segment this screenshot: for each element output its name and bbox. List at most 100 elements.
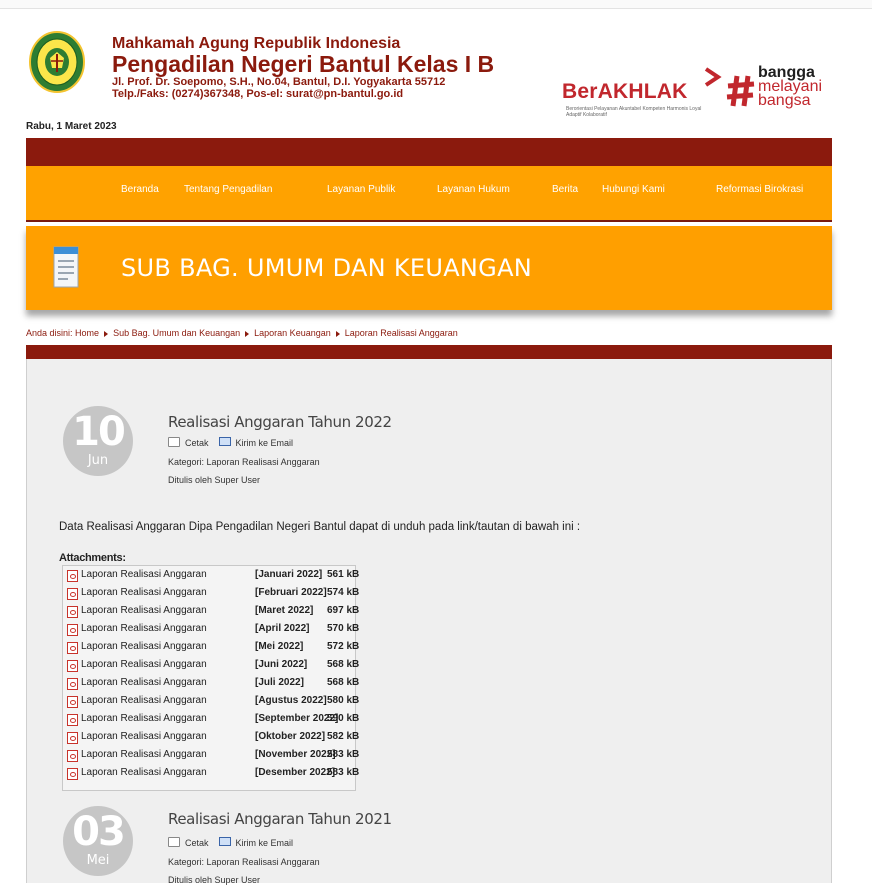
attachment-name[interactable]: Laporan Realisasi Anggaran: [81, 695, 207, 706]
site-header: Mahkamah Agung Republik Indonesia Pengad…: [26, 22, 832, 122]
arrow-mark-icon: [704, 67, 722, 87]
article-month: Jun: [87, 453, 109, 468]
pdf-icon: [67, 768, 78, 780]
court-seal-logo[interactable]: [26, 28, 88, 98]
pdf-icon: [67, 642, 78, 654]
attachment-month[interactable]: [Februari 2022]: [255, 587, 327, 598]
berakhlak-brand: BerAKHLAK Berorientasi Pelayanan Akuntab…: [562, 40, 832, 120]
breadcrumb-arrow-icon: [104, 330, 109, 337]
breadcrumb-current: Laporan Realisasi Anggaran: [344, 328, 458, 338]
nav-item-layanan-hukum[interactable]: Layanan Hukum: [437, 184, 510, 195]
attachment-size: 574 kB: [327, 587, 360, 598]
article-date-badge: 03 Mei: [63, 806, 133, 876]
brand-name-a: Ber: [562, 80, 598, 103]
pdf-icon: [67, 588, 78, 600]
article-author: Ditulis oleh Super User: [168, 875, 261, 885]
article-category[interactable]: Kategori: Laporan Realisasi Anggaran: [168, 457, 320, 467]
breadcrumb-home[interactable]: Home: [75, 328, 99, 338]
attachment-size: 580 kB: [327, 695, 360, 706]
article-title[interactable]: Realisasi Anggaran Tahun 2022: [168, 413, 392, 431]
attachment-month[interactable]: [September 2022]: [255, 713, 338, 724]
attachment-name[interactable]: Laporan Realisasi Anggaran: [81, 731, 207, 742]
attachment-month[interactable]: [Januari 2022]: [255, 569, 322, 580]
attachments-label: Attachments:: [59, 552, 126, 564]
content-top-bar: [26, 345, 832, 359]
email-link[interactable]: Kirim ke Email: [236, 438, 294, 448]
attachment-month[interactable]: [Juli 2022]: [255, 677, 304, 688]
article-intro: Data Realisasi Anggaran Dipa Pengadilan …: [59, 521, 581, 533]
print-icon[interactable]: [168, 837, 180, 847]
breadcrumb-arrow-icon: [335, 330, 340, 337]
section-title: SUB BAG. UMUM DAN KEUANGAN: [121, 254, 533, 282]
attachment-month[interactable]: [Desember 2022]: [255, 767, 335, 778]
attachment-month[interactable]: [Maret 2022]: [255, 605, 313, 616]
nav-item-hubungi-kami[interactable]: Hubungi Kami: [602, 184, 665, 195]
main-content: 10 Jun Realisasi Anggaran Tahun 2022 Cet…: [26, 359, 832, 885]
attachment-size: 572 kB: [327, 641, 360, 652]
email-icon[interactable]: [218, 437, 231, 446]
pdf-icon: [67, 696, 78, 708]
attachment-name[interactable]: Laporan Realisasi Anggaran: [81, 623, 207, 634]
attachment-month[interactable]: [April 2022]: [255, 623, 309, 634]
attachment-name[interactable]: Laporan Realisasi Anggaran: [81, 659, 207, 670]
pdf-icon: [67, 660, 78, 672]
nav-item-layanan-publik[interactable]: Layanan Publik: [327, 184, 395, 195]
page: Mahkamah Agung Republik Indonesia Pengad…: [26, 8, 832, 885]
pdf-icon: [67, 678, 78, 690]
section-banner: SUB BAG. UMUM DAN KEUANGAN: [26, 226, 832, 310]
nav-item-reformasi-birokrasi[interactable]: Reformasi Birokrasi: [716, 184, 803, 195]
nav-item-tentang-pengadilan[interactable]: Tentang Pengadilan: [184, 184, 272, 195]
attachment-size: 568 kB: [327, 659, 360, 670]
attachment-month[interactable]: [November 2022]: [255, 749, 336, 760]
court-address: Jl. Prof. Dr. Soepomo, S.H., No.04, Bant…: [112, 76, 446, 88]
slogan-line3: bangsa: [758, 92, 811, 109]
attachment-size: 583 kB: [327, 767, 360, 778]
pdf-icon: [67, 624, 78, 636]
document-icon: [53, 246, 79, 288]
nav-item-beranda[interactable]: Beranda: [121, 184, 159, 195]
main-nav: Beranda Tentang Pengadilan Layanan Publi…: [26, 166, 832, 222]
article-actions: Cetak Kirim ke Email: [168, 437, 293, 448]
article-category[interactable]: Kategori: Laporan Realisasi Anggaran: [168, 857, 320, 867]
breadcrumb-umum-keuangan[interactable]: Sub Bag. Umum dan Keuangan: [113, 328, 240, 338]
attachment-name[interactable]: Laporan Realisasi Anggaran: [81, 587, 207, 598]
attachment-name[interactable]: Laporan Realisasi Anggaran: [81, 677, 207, 688]
article-author: Ditulis oleh Super User: [168, 475, 261, 485]
pdf-icon: [67, 750, 78, 762]
attachment-month[interactable]: [Mei 2022]: [255, 641, 303, 652]
attachment-name[interactable]: Laporan Realisasi Anggaran: [81, 569, 207, 580]
email-icon[interactable]: [218, 837, 231, 846]
berakhlak-logo-text: BerAKHLAK: [562, 80, 687, 104]
court-identity: Mahkamah Agung Republik Indonesia Pengad…: [112, 35, 495, 101]
attachment-name[interactable]: Laporan Realisasi Anggaran: [81, 605, 207, 616]
attachment-size: 583 kB: [327, 749, 360, 760]
breadcrumb-prefix: Anda disini:: [26, 328, 73, 338]
attachment-name[interactable]: Laporan Realisasi Anggaran: [81, 713, 207, 724]
print-link[interactable]: Cetak: [185, 838, 209, 848]
attachment-name[interactable]: Laporan Realisasi Anggaran: [81, 641, 207, 652]
nav-item-berita[interactable]: Berita: [552, 184, 578, 195]
attachment-size: 570 kB: [327, 623, 360, 634]
print-link[interactable]: Cetak: [185, 438, 209, 448]
breadcrumb-laporan-keuangan[interactable]: Laporan Keuangan: [254, 328, 331, 338]
pdf-icon: [67, 732, 78, 744]
institution-name: Mahkamah Agung Republik Indonesia: [112, 35, 401, 52]
attachment-name[interactable]: Laporan Realisasi Anggaran: [81, 749, 207, 760]
court-name: Pengadilan Negeri Bantul Kelas I B: [112, 51, 495, 77]
article-title[interactable]: Realisasi Anggaran Tahun 2021: [168, 810, 392, 828]
court-contact: Telp./Faks: (0274)367348, Pos-el: surat@…: [112, 88, 404, 100]
article-day: 03: [72, 809, 126, 855]
attachment-month[interactable]: [Juni 2022]: [255, 659, 307, 670]
attachment-name[interactable]: Laporan Realisasi Anggaran: [81, 767, 207, 778]
article-actions: Cetak Kirim ke Email: [168, 837, 293, 848]
current-date: Rabu, 1 Maret 2023: [26, 121, 117, 132]
attachment-month[interactable]: [Agustus 2022]: [255, 695, 327, 706]
attachment-size: 697 kB: [327, 605, 360, 616]
attachment-size: 582 kB: [327, 731, 360, 742]
attachment-size: 561 kB: [327, 569, 360, 580]
attachment-size: 568 kB: [327, 677, 360, 688]
email-link[interactable]: Kirim ke Email: [236, 838, 294, 848]
attachment-month[interactable]: [Oktober 2022]: [255, 731, 325, 742]
print-icon[interactable]: [168, 437, 180, 447]
berakhlak-tagline: Berorientasi Pelayanan Akuntabel Kompete…: [566, 106, 702, 118]
